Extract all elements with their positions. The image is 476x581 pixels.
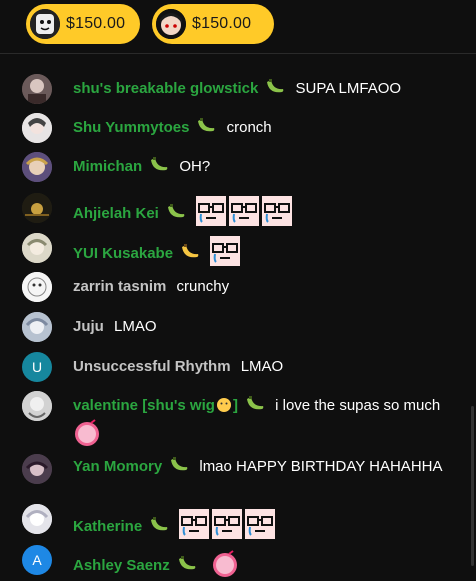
smiley-face-emoji-icon: [216, 397, 232, 419]
banana-badge-icon: [265, 78, 285, 102]
message-text: OH?: [179, 158, 211, 175]
super-chat-amount: $150.00: [66, 15, 126, 32]
author-name[interactable]: Ashley Saenz: [73, 557, 170, 574]
banana-badge-icon: [245, 395, 265, 419]
chat-list: shu's breakable glowstick SUPA LMFAOO Sh…: [0, 54, 476, 581]
avatar: [156, 9, 186, 39]
glasses-face-emote-icon: [179, 509, 210, 539]
message-text: crunchy: [176, 278, 230, 295]
super-chat-chip[interactable]: $150.00: [26, 4, 140, 44]
author-name[interactable]: Unsuccessful Rhythm: [73, 358, 231, 375]
avatar[interactable]: A: [22, 545, 52, 575]
message-text: i love the supas so much: [275, 397, 441, 414]
pink-blob-emote-icon: [211, 550, 239, 578]
banana-badge-icon: [177, 555, 197, 579]
glasses-face-emote-icon: [210, 236, 241, 266]
message-text: SUPA LMFAOO: [295, 80, 402, 97]
glasses-face-emote-icon: [262, 196, 293, 226]
avatar[interactable]: [22, 113, 52, 143]
banana-badge-icon: [149, 156, 169, 180]
banana-badge-icon: [166, 203, 186, 227]
chat-scrollbar[interactable]: [471, 406, 474, 566]
banana-badge-icon: [149, 516, 169, 540]
author-name[interactable]: Yan Momory: [73, 458, 162, 475]
author-name[interactable]: Juju: [73, 318, 104, 335]
author-name[interactable]: Mimichan: [73, 158, 142, 175]
author-name[interactable]: Katherine: [73, 518, 142, 535]
super-chat-chip[interactable]: $150.00: [152, 4, 274, 44]
glasses-face-emote-icon: [196, 196, 227, 226]
author-name[interactable]: Shu Yummytoes: [73, 119, 189, 136]
author-name: valentine [shu's wig]: [73, 397, 238, 414]
avatar[interactable]: [22, 193, 52, 223]
avatar: [30, 9, 60, 39]
avatar[interactable]: [22, 391, 52, 421]
message-text: LMAO: [114, 318, 157, 335]
glasses-face-emote-icon: [245, 509, 276, 539]
banana-badge-icon: [196, 117, 216, 141]
avatar[interactable]: [22, 312, 52, 342]
message-text: lmao HAPPY BIRTHDAY HAHAHHA: [199, 458, 443, 475]
pink-blob-emote-icon: [73, 419, 101, 447]
super-chat-amount: $150.00: [192, 15, 252, 32]
author-name[interactable]: Ahjielah Kei: [73, 205, 159, 222]
author-name[interactable]: YUI Kusakabe: [73, 245, 173, 262]
super-chat-ticker: $150.00 $150.00: [0, 0, 476, 54]
banana-badge-icon: [169, 456, 189, 480]
avatar[interactable]: U: [22, 352, 52, 382]
glasses-face-emote-icon: [229, 196, 260, 226]
avatar[interactable]: [22, 272, 52, 302]
avatar[interactable]: [22, 454, 52, 484]
message-text: cronch: [226, 119, 272, 136]
banana-badge-icon: [180, 243, 200, 267]
avatar[interactable]: [22, 233, 52, 263]
avatar[interactable]: [22, 152, 52, 182]
glasses-face-emote-icon: [212, 509, 243, 539]
author-name[interactable]: zarrin tasnim: [73, 278, 166, 295]
author-name[interactable]: shu's breakable glowstick: [73, 80, 258, 97]
message-text: LMAO: [240, 358, 284, 375]
avatar[interactable]: [22, 74, 52, 104]
avatar[interactable]: [22, 504, 52, 534]
